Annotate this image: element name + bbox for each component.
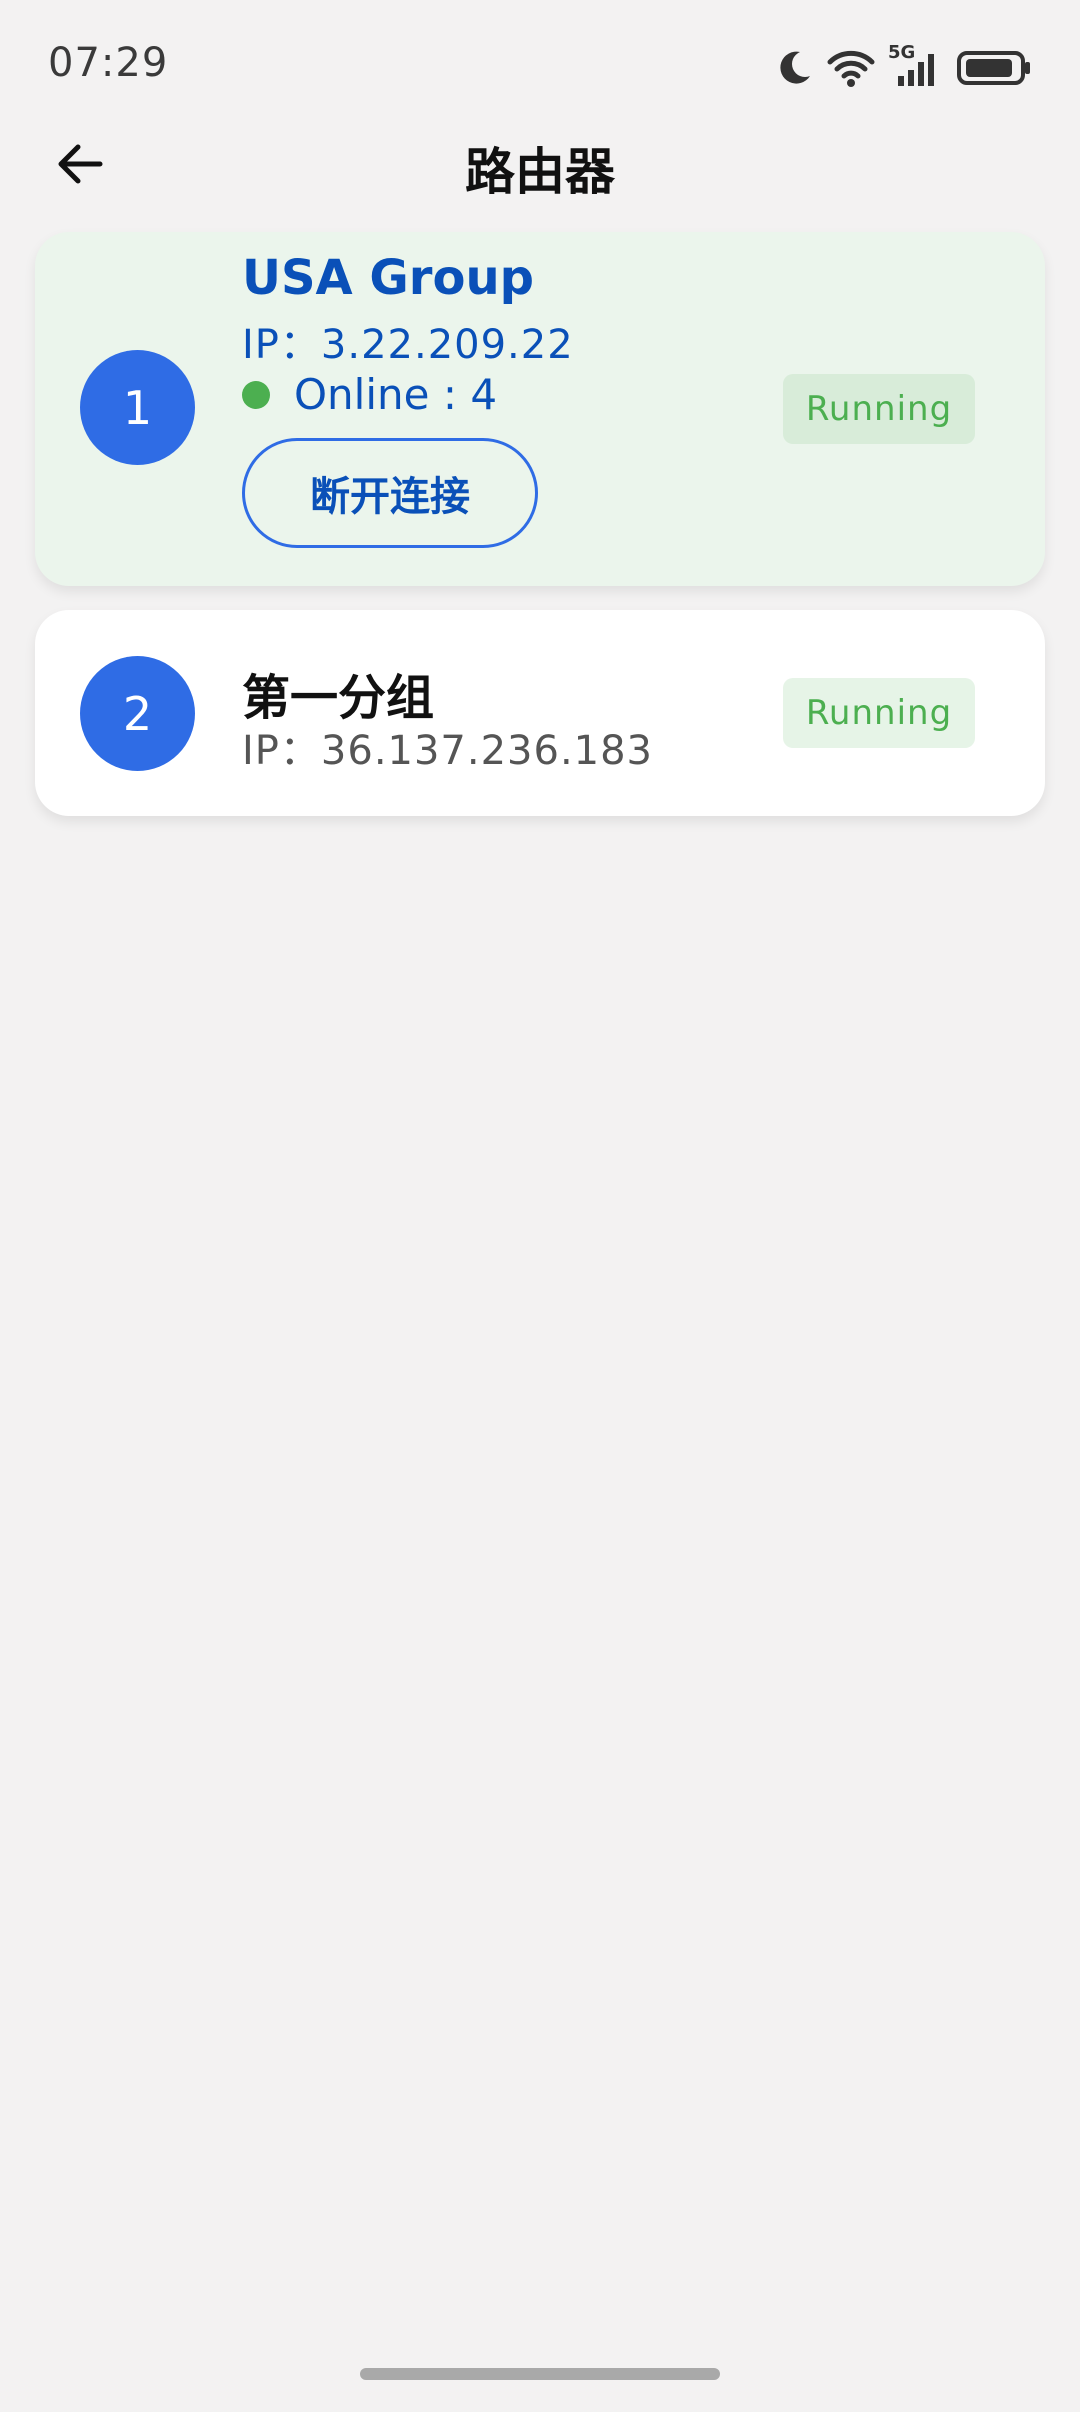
home-indicator[interactable] (360, 2368, 720, 2380)
status-bar: 07:29 5G (0, 0, 1080, 130)
network-type-label: 5G (888, 42, 916, 63)
group-index-badge: 1 (80, 350, 195, 465)
status-time: 07:29 (48, 40, 169, 86)
group-card-usa[interactable]: 1 USA Group IP：3.22.209.22 Online : 4 断开… (35, 232, 1045, 586)
online-dot-icon (242, 380, 270, 409)
online-count: Online : 4 (294, 370, 498, 419)
status-badge: Running (783, 374, 975, 444)
moon-icon (774, 48, 814, 88)
status-badge: Running (783, 678, 975, 748)
status-icons: 5G (774, 40, 1032, 96)
cellular-signal-icon: 5G (888, 42, 944, 88)
app-bar: 路由器 (0, 120, 1080, 210)
wifi-icon (826, 48, 876, 88)
online-status: Online : 4 (242, 370, 497, 419)
group-card-first[interactable]: 2 第一分组 IP：36.137.236.183 Running (35, 610, 1045, 816)
group-ip: IP：3.22.209.22 (242, 322, 574, 368)
group-ip: IP：36.137.236.183 (242, 728, 654, 774)
group-index-badge: 2 (80, 656, 195, 771)
group-name: USA Group (242, 250, 534, 306)
disconnect-button[interactable]: 断开连接 (242, 438, 538, 548)
battery-icon (956, 48, 1032, 88)
page-title: 路由器 (465, 143, 615, 201)
